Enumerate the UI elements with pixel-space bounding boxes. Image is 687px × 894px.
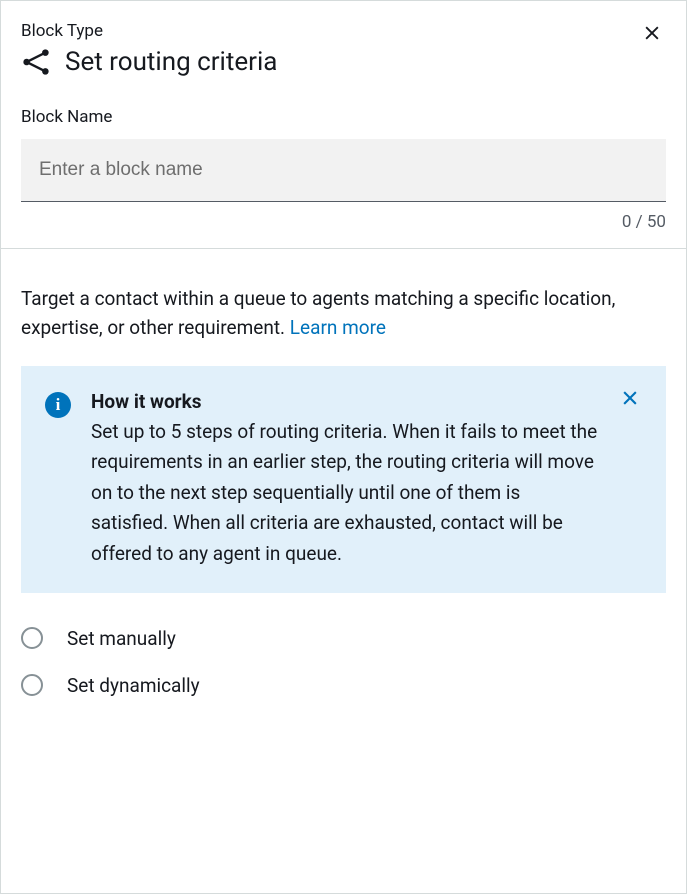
description-text: Target a contact within a queue to agent… [21,285,666,342]
char-counter: 0 / 50 [21,212,666,248]
close-button[interactable] [638,19,666,50]
radio-label: Set dynamically [67,674,200,697]
info-title: How it works [91,390,602,413]
info-box: i How it works Set up to 5 steps of rout… [21,366,666,593]
description-section: Target a contact within a queue to agent… [21,249,666,697]
close-icon [642,23,662,43]
title-row: Set routing criteria [21,47,666,77]
routing-icon [21,47,51,77]
radio-set-dynamically[interactable]: Set dynamically [21,674,666,697]
radio-indicator [21,674,43,696]
info-body: Set up to 5 steps of routing criteria. W… [91,417,602,569]
block-type-label: Block Type [21,21,666,41]
radio-label: Set manually [67,627,176,650]
header-section: Block Type Set routing criteria [21,21,666,77]
radio-indicator [21,627,43,649]
block-name-input[interactable] [21,139,666,202]
radio-section: Set manually Set dynamically [21,627,666,697]
block-name-section: Block Name 0 / 50 [21,107,666,248]
learn-more-link[interactable]: Learn more [290,316,386,339]
info-icon: i [45,392,71,418]
page-title: Set routing criteria [65,47,277,77]
radio-set-manually[interactable]: Set manually [21,627,666,650]
info-close-button[interactable] [618,386,642,413]
close-icon [620,388,640,408]
block-name-label: Block Name [21,107,666,127]
info-content: How it works Set up to 5 steps of routin… [91,390,642,569]
